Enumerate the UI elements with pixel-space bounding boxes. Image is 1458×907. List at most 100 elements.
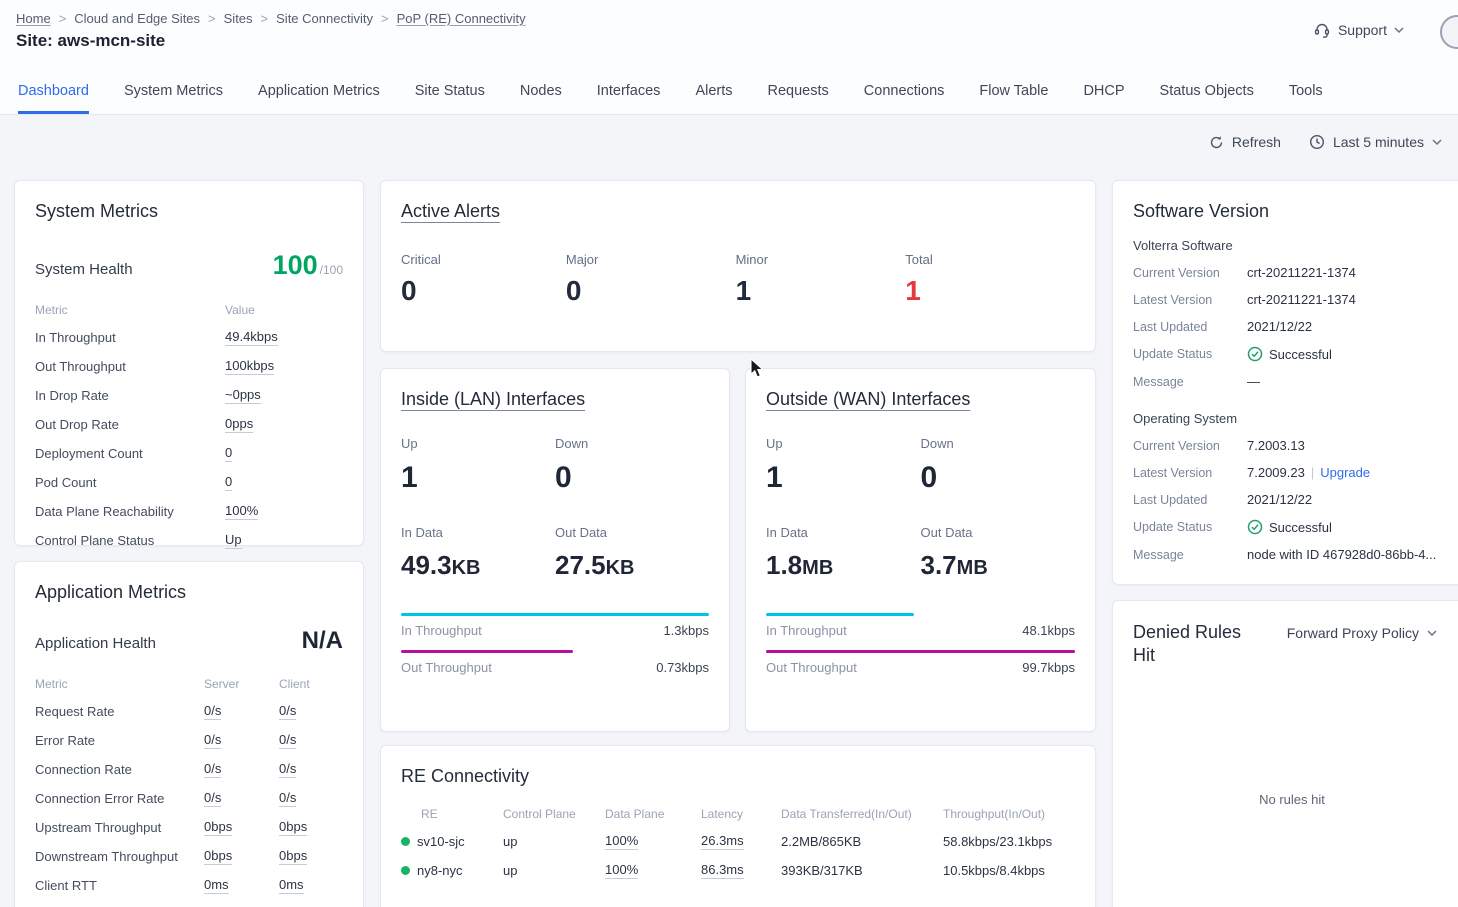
inside-lan-interfaces-title[interactable]: Inside (LAN) Interfaces bbox=[401, 389, 585, 410]
server-value-link[interactable]: 0/s bbox=[204, 703, 221, 720]
table-row: Connection Error Rate0/s0/s bbox=[35, 784, 343, 813]
application-metrics-card: Application Metrics Application Health N… bbox=[14, 561, 364, 907]
out-data-stat: Out Data 3.7MB bbox=[921, 525, 1076, 581]
tab-requests[interactable]: Requests bbox=[768, 68, 829, 114]
tab-status-objects[interactable]: Status Objects bbox=[1160, 68, 1254, 114]
metric-label: Out Throughput bbox=[35, 359, 225, 374]
server-value-link[interactable]: 0/s bbox=[204, 790, 221, 807]
tab-dashboard[interactable]: Dashboard bbox=[18, 68, 89, 114]
alert-label: Major bbox=[566, 252, 736, 267]
breadcrumb-cloud-edge-sites[interactable]: Cloud and Edge Sites bbox=[74, 11, 200, 26]
table-row: Current Versioncrt-20211221-1374 bbox=[1133, 259, 1451, 286]
in-throughput-bar bbox=[766, 613, 914, 616]
metric-label: Control Plane Status bbox=[35, 533, 225, 548]
tab-connections[interactable]: Connections bbox=[864, 68, 945, 114]
in-throughput-label: In Throughput bbox=[766, 623, 847, 638]
metric-value-link[interactable]: 49.4kbps bbox=[225, 329, 278, 346]
alert-value: 1 bbox=[736, 275, 906, 307]
time-range-select[interactable]: Last 5 minutes bbox=[1309, 134, 1442, 150]
breadcrumb-sites[interactable]: Sites bbox=[224, 11, 253, 26]
tab-alerts[interactable]: Alerts bbox=[695, 68, 732, 114]
control-plane-value: up bbox=[503, 863, 605, 878]
metric-value-link[interactable]: 0 bbox=[225, 445, 232, 462]
table-row: In Drop Rate~0pps bbox=[35, 381, 343, 410]
metric-label: Connection Rate bbox=[35, 762, 204, 777]
server-value-link[interactable]: 0bps bbox=[204, 848, 232, 865]
table-row: Deployment Count0 bbox=[35, 439, 343, 468]
server-value-link[interactable]: 0ms bbox=[204, 877, 229, 894]
metric-label: Connection Error Rate bbox=[35, 791, 204, 806]
refresh-button[interactable]: Refresh bbox=[1209, 134, 1281, 150]
toolbar: Refresh Last 5 minutes bbox=[1209, 134, 1442, 150]
time-range-label: Last 5 minutes bbox=[1333, 134, 1424, 150]
tab-tools[interactable]: Tools bbox=[1289, 68, 1323, 114]
metric-value-link[interactable]: 100% bbox=[225, 503, 258, 520]
metric-label: Error Rate bbox=[35, 733, 204, 748]
alert-label: Critical bbox=[401, 252, 566, 267]
avatar[interactable] bbox=[1440, 15, 1458, 49]
table-row: Latest Versioncrt-20211221-1374 bbox=[1133, 286, 1451, 313]
outside-wan-interfaces-title[interactable]: Outside (WAN) Interfaces bbox=[766, 389, 970, 410]
breadcrumb-separator: > bbox=[261, 11, 269, 26]
data-plane-link[interactable]: 100% bbox=[605, 833, 638, 850]
metric-value-link[interactable]: ~0pps bbox=[225, 387, 261, 404]
breadcrumb-home[interactable]: Home bbox=[16, 11, 51, 26]
software-version-title: Software Version bbox=[1133, 201, 1451, 222]
tab-system-metrics[interactable]: System Metrics bbox=[124, 68, 223, 114]
refresh-icon bbox=[1209, 135, 1224, 150]
tab-application-metrics[interactable]: Application Metrics bbox=[258, 68, 380, 114]
upgrade-link[interactable]: Upgrade bbox=[1320, 465, 1370, 480]
metric-value-link[interactable]: 0pps bbox=[225, 416, 253, 433]
tab-nodes[interactable]: Nodes bbox=[520, 68, 562, 114]
metric-label: Out Drop Rate bbox=[35, 417, 225, 432]
client-value-link[interactable]: 0/s bbox=[279, 732, 296, 749]
client-value-link[interactable]: 0/s bbox=[279, 703, 296, 720]
no-rules-hit-message: No rules hit bbox=[1133, 792, 1451, 807]
alerts-grid: Critical 0 Major 0 Minor 1 Total 1 bbox=[401, 252, 1075, 307]
chevron-down-icon bbox=[1427, 630, 1437, 636]
server-value-link[interactable]: 0bps bbox=[204, 819, 232, 836]
client-value-link[interactable]: 0/s bbox=[279, 761, 296, 778]
breadcrumb-pop-re-connectivity[interactable]: PoP (RE) Connectivity bbox=[397, 11, 526, 26]
column-header-data-transferred: Data Transferred(In/Out) bbox=[781, 807, 943, 821]
refresh-label: Refresh bbox=[1232, 134, 1281, 150]
success-check-icon bbox=[1247, 346, 1263, 362]
tab-dhcp[interactable]: DHCP bbox=[1083, 68, 1124, 114]
alert-minor: Minor 1 bbox=[736, 252, 906, 307]
application-health-value: N/A bbox=[302, 627, 343, 655]
chevron-down-icon bbox=[1394, 27, 1404, 33]
client-value-link[interactable]: 0ms bbox=[279, 877, 304, 894]
tab-interfaces[interactable]: Interfaces bbox=[597, 68, 661, 114]
active-alerts-title[interactable]: Active Alerts bbox=[401, 201, 500, 222]
table-row: Upstream Throughput0bps0bps bbox=[35, 813, 343, 842]
table-row: sv10-sjc up 100% 26.3ms 2.2MB/865KB 58.8… bbox=[401, 827, 1075, 856]
metric-value-link[interactable]: Up bbox=[225, 532, 242, 549]
up-stat: Up 1 bbox=[401, 436, 555, 495]
server-value-link[interactable]: 0/s bbox=[204, 732, 221, 749]
server-value-link[interactable]: 0/s bbox=[204, 761, 221, 778]
client-value-link[interactable]: 0/s bbox=[279, 790, 296, 807]
alert-total: Total 1 bbox=[905, 252, 1075, 307]
system-health-label: System Health bbox=[35, 261, 133, 278]
clock-icon bbox=[1309, 134, 1325, 150]
metric-label: Client RTT bbox=[35, 878, 204, 893]
client-value-link[interactable]: 0bps bbox=[279, 819, 307, 836]
alert-label: Minor bbox=[736, 252, 906, 267]
support-label: Support bbox=[1338, 22, 1387, 38]
client-value-link[interactable]: 0bps bbox=[279, 848, 307, 865]
denied-rules-filter-select[interactable]: Forward Proxy Policy bbox=[1287, 625, 1437, 641]
latency-link[interactable]: 26.3ms bbox=[701, 833, 744, 850]
support-menu[interactable]: Support bbox=[1313, 21, 1404, 39]
breadcrumb-site-connectivity[interactable]: Site Connectivity bbox=[276, 11, 373, 26]
table-row: Last Updated2021/12/22 bbox=[1133, 486, 1451, 513]
re-name: ny8-nyc bbox=[417, 863, 463, 878]
tab-flow-table[interactable]: Flow Table bbox=[979, 68, 1048, 114]
tab-site-status[interactable]: Site Status bbox=[415, 68, 485, 114]
column-header-metric: Metric bbox=[35, 677, 204, 691]
out-throughput-bar bbox=[401, 650, 573, 653]
out-throughput-bar bbox=[766, 650, 1075, 653]
metric-value-link[interactable]: 100kbps bbox=[225, 358, 274, 375]
data-plane-link[interactable]: 100% bbox=[605, 862, 638, 879]
metric-value-link[interactable]: 0 bbox=[225, 474, 232, 491]
latency-link[interactable]: 86.3ms bbox=[701, 862, 744, 879]
